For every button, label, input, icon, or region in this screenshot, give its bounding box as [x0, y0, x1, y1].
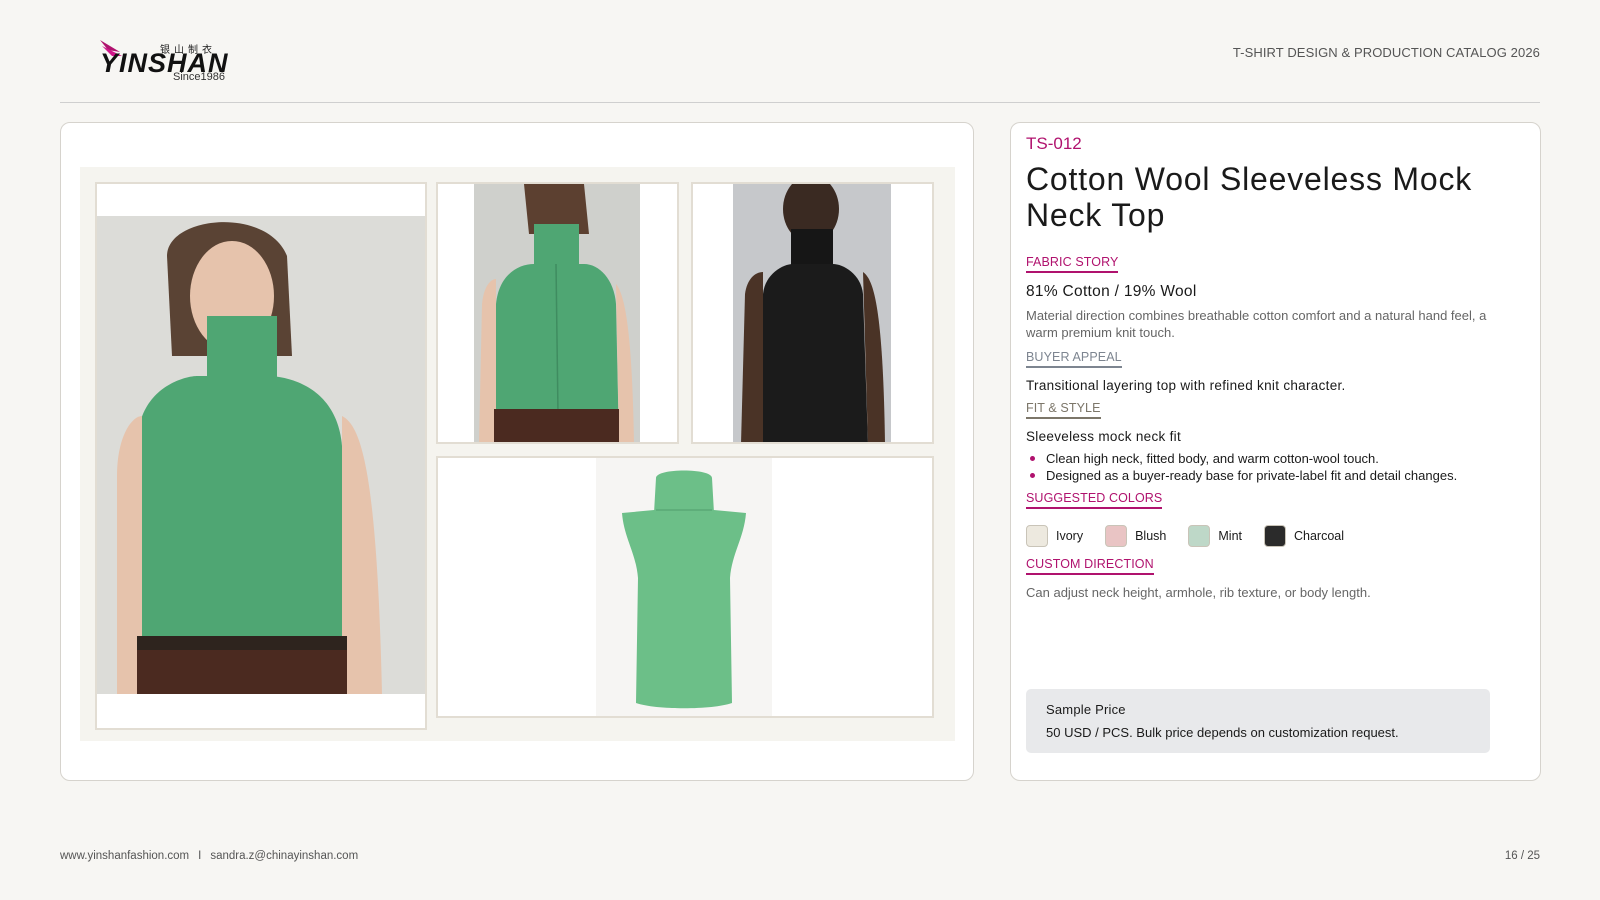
list-item: Designed as a buyer-ready base for priva… [1026, 467, 1457, 484]
gallery-panel [60, 122, 974, 781]
swatch-mint[interactable]: Mint [1188, 525, 1242, 547]
buyer-appeal-text: Transitional layering top with refined k… [1026, 378, 1346, 393]
model-back-image [474, 184, 640, 442]
swatch-chip [1188, 525, 1211, 547]
product-sku: TS-012 [1026, 134, 1082, 153]
swatch-label: Charcoal [1294, 529, 1345, 543]
list-item: Clean high neck, fitted body, and warm c… [1026, 450, 1457, 467]
footer-contact: www.yinshanfashion.com Isandra.z@chinayin… [60, 850, 358, 862]
photo-flat-lay[interactable] [436, 456, 934, 718]
gallery-background [80, 167, 955, 741]
suggested-colors-label: SUGGESTED COLORS [1026, 491, 1163, 509]
buyer-appeal-label: BUYER APPEAL [1026, 350, 1122, 368]
swatch-blush[interactable]: Blush [1105, 525, 1166, 547]
fit-style-text: Sleeveless mock neck fit [1026, 429, 1182, 444]
price-title: Sample Price [1046, 702, 1126, 717]
fabric-story-label: FABRIC STORY [1026, 255, 1119, 273]
swatch-chip [1264, 525, 1286, 547]
header-divider [60, 102, 1540, 103]
brand-logo: 银山制衣 YINSHAN Since1986 [98, 38, 238, 86]
swatch-label: Blush [1135, 529, 1167, 543]
catalog-title: T-SHIRT DESIGN & PRODUCTION CATALOG 2026 [1232, 45, 1540, 60]
model-black-image [733, 184, 891, 442]
custom-direction-label: CUSTOM DIRECTION [1026, 557, 1154, 575]
photo-model-front[interactable] [95, 182, 427, 730]
model-front-image [97, 216, 425, 694]
custom-direction-text: Can adjust neck height, armhole, rib tex… [1026, 585, 1371, 600]
swatch-chip [1105, 525, 1128, 547]
flat-lay-image [596, 458, 772, 716]
swatch-chip [1026, 525, 1048, 547]
swatch-ivory[interactable]: Ivory [1026, 525, 1083, 547]
footer-email-link[interactable]: sandra.z@chinayinshan.com [210, 850, 358, 862]
page-number: 16 / 25 [1504, 850, 1540, 862]
product-info-panel: TS-012 Cotton Wool Sleeveless Mock Neck … [1010, 122, 1541, 781]
photo-model-back[interactable] [436, 182, 679, 444]
logo-since: Since1986 [173, 71, 225, 83]
photo-model-black[interactable] [691, 182, 934, 444]
swatch-label: Ivory [1056, 529, 1084, 543]
swatch-charcoal[interactable]: Charcoal [1264, 525, 1344, 547]
fabric-description: Material direction combines breathable c… [1026, 308, 1487, 340]
sample-price-box: Sample Price 50 USD / PCS. Bulk price de… [1026, 689, 1490, 753]
color-swatches: Ivory Blush Mint Charcoal [1026, 525, 1366, 547]
footer-separator: I [198, 850, 202, 862]
product-title: Cotton Wool Sleeveless Mock Neck Top [1026, 161, 1473, 233]
footer-website-link[interactable]: www.yinshanfashion.com [60, 850, 189, 862]
fit-style-label: FIT & STYLE [1026, 401, 1101, 419]
price-text: 50 USD / PCS. Bulk price depends on cust… [1046, 725, 1399, 740]
swatch-label: Mint [1218, 529, 1242, 543]
fit-style-bullets: Clean high neck, fitted body, and warm c… [1026, 450, 1457, 484]
fabric-composition: 81% Cotton / 19% Wool [1026, 283, 1197, 300]
